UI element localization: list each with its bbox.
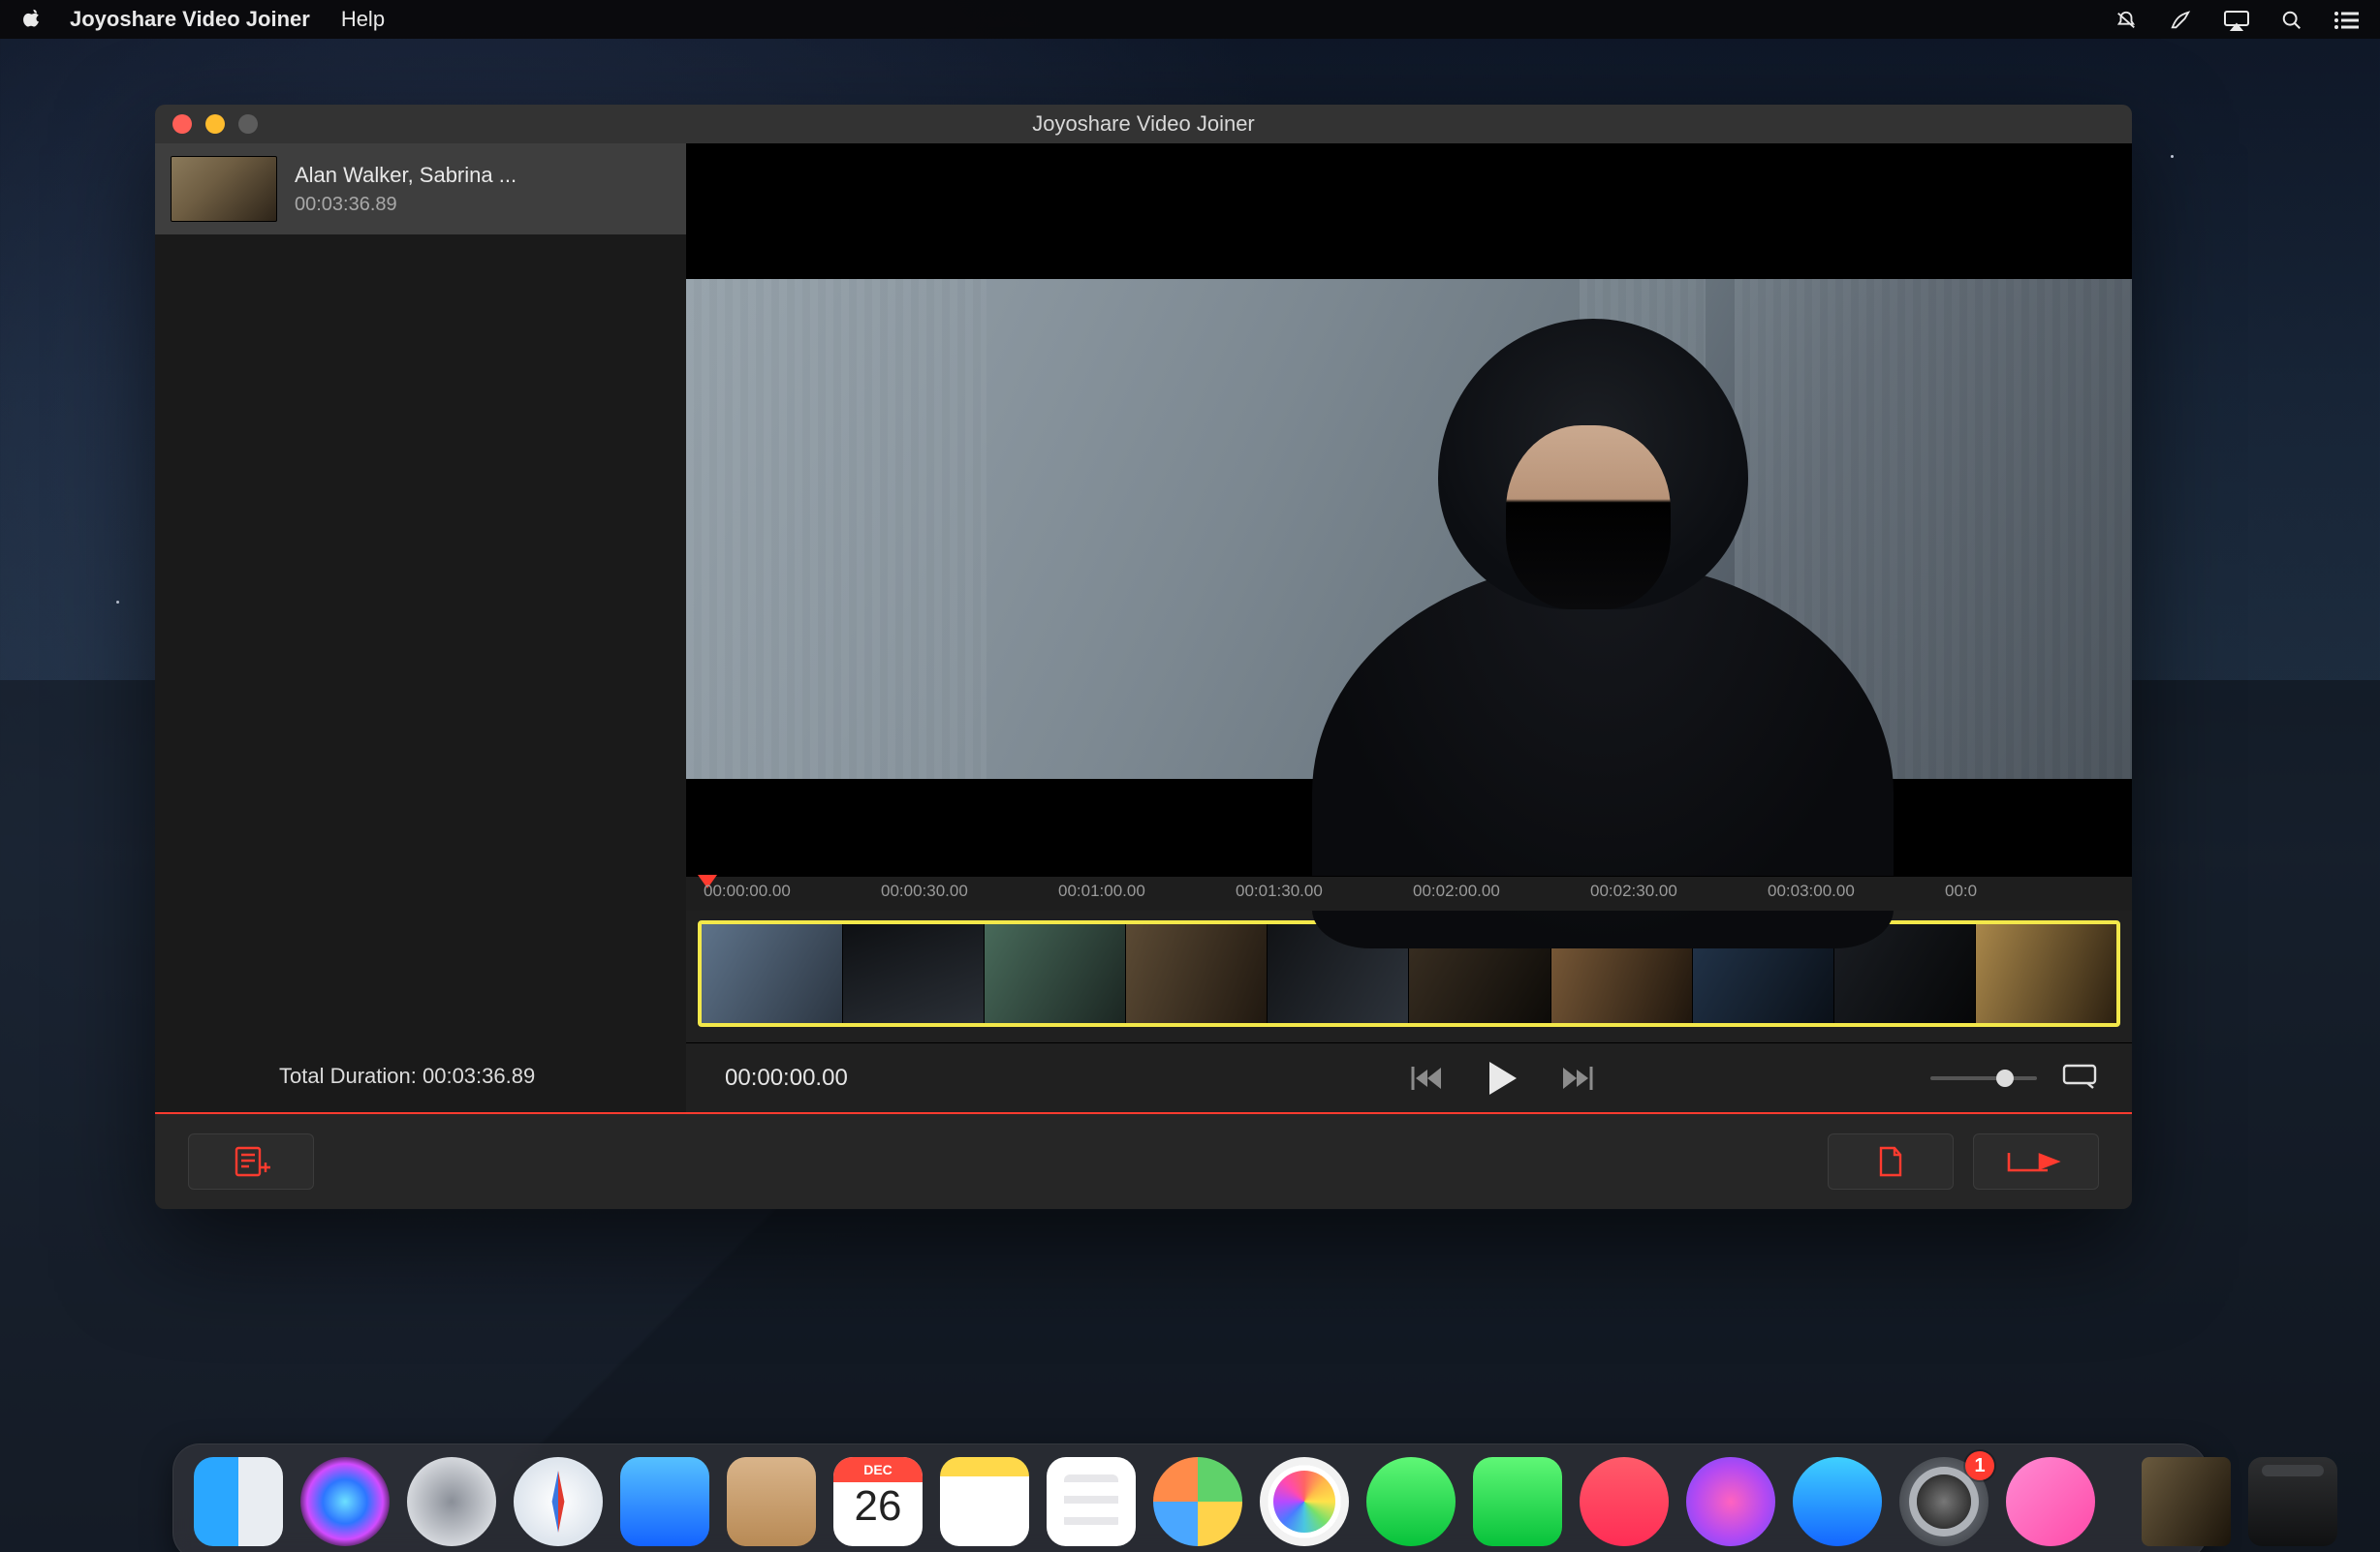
filmstrip-frame <box>985 924 1126 1023</box>
video-preview[interactable] <box>686 143 2132 876</box>
volume-slider[interactable] <box>1930 1076 2037 1080</box>
dock-itunes-icon[interactable] <box>1686 1457 1775 1546</box>
timeline-tick: 00:02:00.00 <box>1413 882 1500 901</box>
dock-minimized-window[interactable] <box>2142 1457 2231 1546</box>
dock-trash-icon[interactable] <box>2248 1457 2337 1546</box>
filmstrip-frame <box>843 924 985 1023</box>
timeline-tick: 00:01:00.00 <box>1058 882 1145 901</box>
timeline-tick: 00:01:30.00 <box>1236 882 1323 901</box>
macos-menubar: Joyoshare Video Joiner Help <box>0 0 2380 39</box>
do-not-disturb-icon[interactable] <box>2114 7 2144 31</box>
dock-maps-icon[interactable] <box>1153 1457 1242 1546</box>
timeline-tick: 00:03:00.00 <box>1768 882 1855 901</box>
filmstrip-frame <box>1126 924 1268 1023</box>
dock-joyoshare-icon[interactable] <box>2006 1457 2095 1546</box>
dock-settings-icon[interactable]: 1 <box>1899 1457 1989 1546</box>
menubar-list-icon[interactable] <box>2333 7 2359 31</box>
apple-menu-icon[interactable] <box>21 5 43 34</box>
current-time: 00:00:00.00 <box>719 1065 1223 1092</box>
timeline-tick: 00:00:30.00 <box>881 882 968 901</box>
dock-reminders-icon[interactable] <box>1047 1457 1136 1546</box>
dock-finder-icon[interactable] <box>194 1457 283 1546</box>
dock-news-icon[interactable] <box>1580 1457 1669 1546</box>
clip-list-item[interactable]: Alan Walker, Sabrina ... 00:03:36.89 <box>155 143 686 234</box>
dock-notes-icon[interactable] <box>940 1457 1029 1546</box>
dock-mail-icon[interactable] <box>620 1457 709 1546</box>
filmstrip-frame <box>702 924 843 1023</box>
timeline-tick: 00:0 <box>1945 882 1977 901</box>
filmstrip-frame <box>1976 924 2116 1023</box>
playback-controls: 00:00:00.00 <box>686 1042 2132 1112</box>
airplay-icon[interactable] <box>2223 7 2256 31</box>
dock-facetime-icon[interactable] <box>1473 1457 1562 1546</box>
ink-icon[interactable] <box>2169 7 2198 31</box>
macos-dock: DEC 26 1 <box>172 1443 2208 1552</box>
dock-safari-icon[interactable] <box>514 1457 603 1546</box>
menubar-tray <box>2089 7 2360 32</box>
window-title: Joyoshare Video Joiner <box>155 111 2132 137</box>
calendar-month: DEC <box>833 1457 923 1482</box>
dock-launchpad-icon[interactable] <box>407 1457 496 1546</box>
app-window: Joyoshare Video Joiner Alan Walker, Sabr… <box>155 105 2132 1209</box>
add-file-button[interactable] <box>188 1133 314 1190</box>
next-frame-button[interactable] <box>1559 1064 1594 1093</box>
timeline-tick: 00:02:30.00 <box>1590 882 1677 901</box>
dock-calendar-icon[interactable]: DEC 26 <box>833 1457 923 1546</box>
format-button[interactable] <box>1828 1133 1954 1190</box>
timeline-ruler[interactable]: 00:00:00.00 00:00:30.00 00:01:00.00 00:0… <box>686 876 2132 911</box>
calendar-day: 26 <box>833 1482 923 1531</box>
menubar-app-name[interactable]: Joyoshare Video Joiner <box>70 7 310 32</box>
timeline-tick: 00:00:00.00 <box>704 882 791 901</box>
menubar-menu-help[interactable]: Help <box>341 7 385 32</box>
play-button[interactable] <box>1484 1059 1520 1098</box>
dock-siri-icon[interactable] <box>300 1457 390 1546</box>
prev-frame-button[interactable] <box>1410 1064 1445 1093</box>
dock-contacts-icon[interactable] <box>727 1457 816 1546</box>
dock-photos-icon[interactable] <box>1260 1457 1349 1546</box>
clip-list-sidebar: Alan Walker, Sabrina ... 00:03:36.89 Tot… <box>155 143 686 1112</box>
clip-duration: 00:03:36.89 <box>295 194 517 216</box>
dock-appstore-icon[interactable] <box>1793 1457 1882 1546</box>
window-titlebar[interactable]: Joyoshare Video Joiner <box>155 105 2132 143</box>
convert-export-button[interactable] <box>1973 1133 2099 1190</box>
spotlight-search-icon[interactable] <box>2281 7 2308 31</box>
bottom-action-bar <box>155 1112 2132 1209</box>
clip-thumbnail <box>171 156 277 222</box>
dock-messages-icon[interactable] <box>1366 1457 1456 1546</box>
total-duration-label: Total Duration: 00:03:36.89 <box>155 1040 686 1112</box>
loop-toggle-button[interactable] <box>2060 1060 2099 1096</box>
clip-name: Alan Walker, Sabrina ... <box>295 163 517 188</box>
notification-badge: 1 <box>1965 1451 1994 1480</box>
